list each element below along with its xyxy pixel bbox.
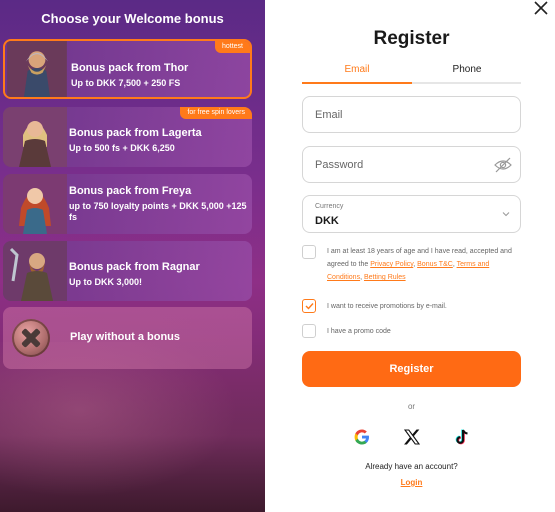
age-consent-text: I am at least 18 years of age and I have…	[327, 245, 522, 284]
password-field	[302, 146, 521, 183]
bonus-card-thor[interactable]: hottest Bonus pack from Thor Up to DKK 7…	[3, 39, 252, 99]
close-button[interactable]	[533, 0, 549, 16]
freya-art-icon	[3, 174, 67, 234]
already-have-account-text: Already have an account?	[365, 462, 458, 471]
currency-select[interactable]: Currency DKK	[302, 195, 521, 233]
google-icon[interactable]	[352, 427, 372, 447]
bonus-card-lagerta[interactable]: for free spin lovers Bonus pack from Lag…	[3, 107, 252, 167]
lagerta-art-icon	[3, 107, 67, 167]
bonus-card-ragnar[interactable]: Bonus pack from Ragnar Up to DKK 3,000!	[3, 241, 252, 301]
bonus-title: Bonus pack from Freya	[69, 185, 192, 197]
x-icon[interactable]	[402, 427, 422, 447]
bonus-card-freya[interactable]: Bonus pack from Freya up to 750 loyalty …	[3, 174, 252, 234]
thor-art-icon	[7, 41, 67, 97]
checkmark-icon	[305, 303, 314, 310]
bonus-title: Bonus pack from Lagerta	[69, 127, 202, 139]
tab-phone[interactable]: Phone	[412, 64, 522, 82]
promotions-checkbox[interactable]	[302, 299, 316, 313]
email-field	[302, 96, 521, 133]
promo-code-checkbox[interactable]	[302, 324, 316, 338]
password-input[interactable]	[303, 147, 483, 182]
bonus-title: Bonus pack from Ragnar	[69, 261, 200, 273]
bonus-title: Bonus pack from Thor	[71, 62, 189, 74]
register-tabs: Email Phone	[302, 64, 521, 84]
or-divider: or	[407, 402, 416, 411]
register-title: Register	[373, 28, 450, 49]
promotions-label: I want to receive promotions by e-mail.	[327, 303, 447, 310]
privacy-policy-link[interactable]: Privacy Policy	[370, 261, 413, 268]
eye-hidden-icon[interactable]	[494, 157, 512, 173]
register-button[interactable]: Register	[302, 351, 521, 387]
play-without-bonus-label: Play without a bonus	[70, 331, 181, 343]
currency-label: Currency	[315, 203, 344, 210]
play-without-bonus-button[interactable]: Play without a bonus	[3, 307, 252, 369]
email-input[interactable]	[303, 97, 483, 132]
badge-hottest: hottest	[214, 41, 250, 53]
tab-email[interactable]: Email	[302, 64, 412, 84]
login-link[interactable]: Login	[302, 478, 521, 487]
age-consent-checkbox[interactable]	[302, 245, 316, 259]
badge-free-spin-lovers: for free spin lovers	[180, 107, 252, 119]
bonus-panel: Choose your Welcome bonus hottest Bonus …	[0, 0, 265, 512]
ragnar-art-icon	[3, 241, 67, 301]
bonus-subtitle: Up to DKK 3,000!	[69, 277, 143, 287]
betting-rules-link[interactable]: Betting Rules	[364, 274, 406, 281]
close-icon	[534, 1, 548, 15]
bonus-subtitle: up to 750 loyalty points + DKK 5,000 +12…	[69, 201, 247, 222]
bonus-panel-title: Choose your Welcome bonus	[41, 11, 224, 26]
bonus-subtitle: Up to 500 fs + DKK 6,250	[69, 143, 175, 153]
bonus-tc-link[interactable]: Bonus T&C	[417, 261, 453, 268]
chevron-down-icon	[502, 212, 510, 217]
tiktok-icon[interactable]	[452, 427, 472, 447]
promo-code-label: I have a promo code	[327, 328, 391, 335]
currency-value: DKK	[315, 215, 339, 227]
no-bonus-x-icon	[12, 319, 50, 357]
bonus-subtitle: Up to DKK 7,500 + 250 FS	[71, 78, 181, 88]
